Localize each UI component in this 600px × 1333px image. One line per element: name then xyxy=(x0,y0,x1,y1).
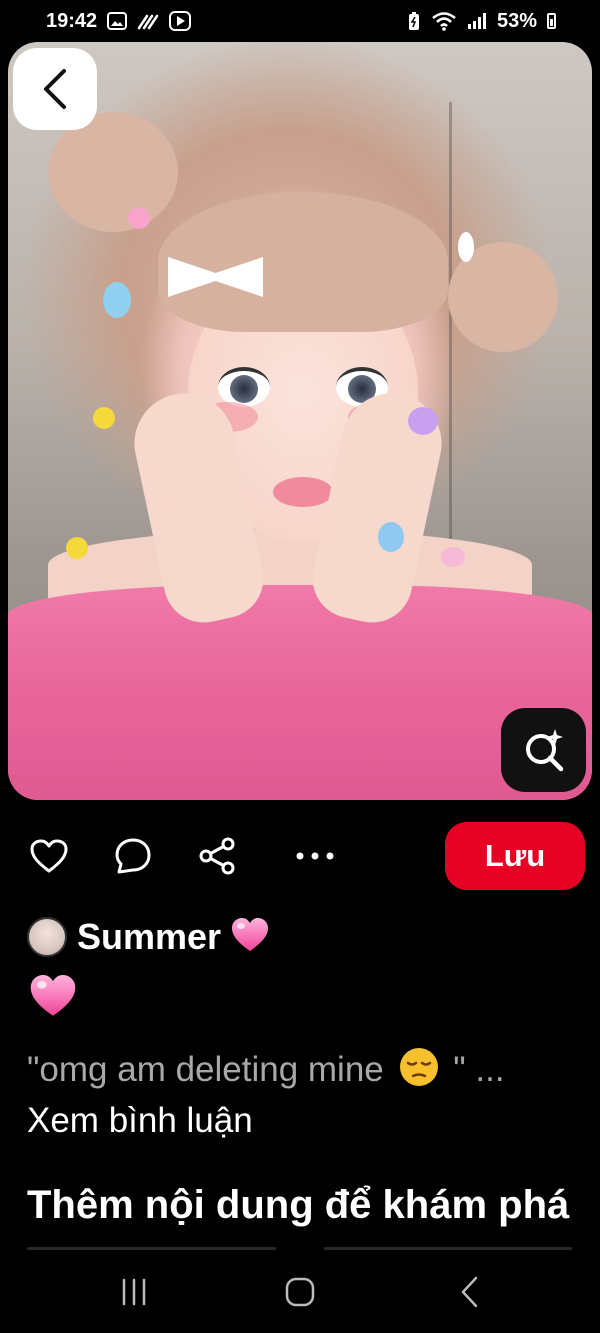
home-icon xyxy=(285,1277,315,1307)
status-bar: 19:42 53% xyxy=(0,0,600,42)
hair-clip xyxy=(66,537,88,559)
battery-percent: 53% xyxy=(496,9,537,32)
gallery-icon xyxy=(107,12,128,30)
back-button[interactable] xyxy=(13,48,97,130)
comment-preview-suffix: " ... xyxy=(453,1049,505,1089)
battery-saver-icon xyxy=(407,11,421,31)
hands xyxy=(125,384,451,642)
status-time: 19:42 xyxy=(46,9,98,32)
home-button[interactable] xyxy=(270,1272,330,1312)
more-horizontal-icon xyxy=(296,852,334,860)
battery-icon xyxy=(547,13,556,29)
pink-heart-icon xyxy=(229,916,271,959)
recents-button[interactable] xyxy=(104,1272,164,1312)
pin-description xyxy=(27,972,79,1025)
pin-image[interactable]: rednote xyxy=(8,42,592,800)
comment-preview[interactable]: "omg am deleting mine " ... xyxy=(27,1046,505,1097)
nav-back-button[interactable] xyxy=(440,1272,500,1312)
chevron-left-icon xyxy=(44,69,66,109)
system-nav-bar xyxy=(0,1250,600,1333)
cellular-signal-icon xyxy=(467,12,487,30)
more-to-explore-heading: Thêm nội dung để khám phá xyxy=(27,1183,570,1227)
signal-waves-icon xyxy=(137,12,159,30)
share-icon xyxy=(199,837,235,875)
pink-heart-icon xyxy=(30,974,76,1016)
hair-fringe xyxy=(158,192,448,332)
comment-preview-text: "omg am deleting mine xyxy=(27,1049,384,1089)
hair-clip xyxy=(378,522,404,552)
comment-bubble-icon xyxy=(115,838,151,874)
comment-button[interactable] xyxy=(111,834,155,878)
share-button[interactable] xyxy=(195,834,239,878)
recents-icon xyxy=(122,1278,146,1306)
action-bar: Lưu xyxy=(0,820,600,892)
save-button[interactable]: Lưu xyxy=(445,822,585,890)
like-button[interactable] xyxy=(27,834,71,878)
hair-clip xyxy=(458,232,474,262)
status-left: 19:42 xyxy=(46,9,192,33)
heart-outline-icon xyxy=(30,839,68,873)
pensive-face-icon xyxy=(398,1046,440,1097)
hair-clip xyxy=(93,407,115,429)
sparkle-search-icon xyxy=(525,729,563,772)
avatar[interactable] xyxy=(27,917,67,957)
play-box-icon xyxy=(169,11,192,31)
hair-clip xyxy=(408,407,438,435)
view-comments-link[interactable]: Xem bình luận xyxy=(27,1101,253,1141)
creator-name[interactable]: Summer xyxy=(77,916,221,958)
hair-clip xyxy=(128,207,150,229)
more-button[interactable] xyxy=(293,834,337,878)
creator-row[interactable]: Summer xyxy=(27,915,271,959)
hair-bun-left xyxy=(48,112,178,232)
nav-back-icon xyxy=(461,1276,478,1308)
hair-clip xyxy=(103,282,131,318)
wifi-icon xyxy=(431,11,457,31)
visual-search-button[interactable] xyxy=(501,708,586,792)
status-right: 53% xyxy=(407,10,556,33)
hair-clip xyxy=(441,547,465,567)
hand-left xyxy=(125,384,271,630)
